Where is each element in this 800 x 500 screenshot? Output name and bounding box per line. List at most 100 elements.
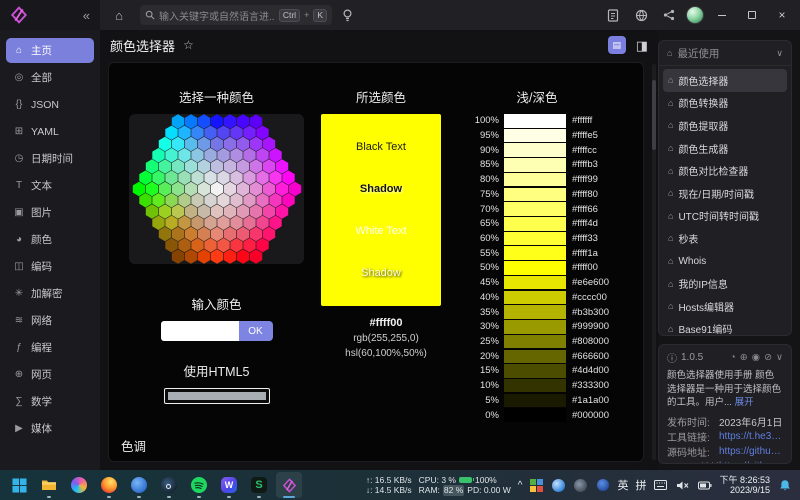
user-avatar[interactable] [686,6,704,24]
sidebar-item-encode[interactable]: ◫编码 [6,254,94,279]
changelog-icon[interactable] [602,4,624,26]
favorite-star-icon[interactable]: ☆ [183,38,194,52]
touch-keyboard-icon[interactable] [653,478,668,493]
tray-grid-icon[interactable] [529,478,544,493]
pin-tool-button[interactable]: ▤ [608,36,626,54]
recent-item[interactable]: ⌂颜色选择器 [663,69,787,92]
taskbar-app-wave-app[interactable]: W [216,472,242,498]
taskbar-app-spotify[interactable] [186,472,212,498]
recent-item[interactable]: ⌂Hosts编辑器 [663,295,787,318]
ime-english-indicator[interactable]: 英 [617,477,628,493]
recent-item[interactable]: ⌂现在/日期/时间戳 [663,182,787,205]
recent-item[interactable]: ⌂我的IP信息 [663,272,787,295]
recent-item[interactable]: ⌂颜色对比检查器 [663,159,787,182]
tray-dot-icon[interactable] [595,478,610,493]
home-icon[interactable]: ⌂ [108,4,130,26]
shade-row: 15%#4d4d00 [467,364,637,378]
recent-item[interactable]: ⌂颜色提取器 [663,114,787,137]
sidebar-item-text[interactable]: T文本 [6,173,94,198]
maximize-button[interactable] [740,4,764,26]
taskbar-app-firefox[interactable] [96,472,122,498]
sidebar-item-all[interactable]: ◎全部 [6,65,94,90]
taskbar-clock[interactable]: 下午 8:26:53 2023/9/15 [719,475,770,496]
shade-swatch[interactable] [504,261,566,275]
taskbar-app-sharex[interactable]: S [246,472,272,498]
sidebar-collapse-button[interactable]: « [83,8,90,23]
status-icon[interactable]: ⊘ [764,352,772,363]
shade-swatch[interactable] [504,320,566,334]
history-icon[interactable]: ◔ [730,352,736,363]
info-value[interactable]: https://t.he3app.co... [719,431,783,442]
taskbar-app-copilot[interactable] [66,472,92,498]
shade-swatch[interactable] [504,394,566,408]
shade-swatch[interactable] [504,364,566,378]
sidebar-item-home[interactable]: ⌂主页 [6,38,94,63]
main-scrollbar[interactable] [652,64,656,460]
ok-button[interactable]: OK [239,321,273,341]
shade-swatch[interactable] [504,408,566,422]
hex-color-picker[interactable] [129,114,304,264]
shade-swatch[interactable] [504,276,566,290]
shade-swatch[interactable] [504,335,566,349]
sidebar-item-media[interactable]: ▶媒体 [6,416,94,441]
sidebar-item-crypto[interactable]: ✳加解密 [6,281,94,306]
power-icon[interactable] [697,478,712,493]
taskbar-app-app-blue[interactable] [126,472,152,498]
tray-steam-icon[interactable] [573,478,588,493]
info-value[interactable]: https://github.com... [719,446,783,457]
shade-swatch[interactable] [504,188,566,202]
expand-link[interactable]: 展开 [735,397,754,408]
sidebar-item-web[interactable]: ⊕网页 [6,362,94,387]
language-icon[interactable] [630,4,652,26]
recent-item[interactable]: ⌂Base91编码 [663,318,787,337]
taskbar-app-file-explorer[interactable] [36,472,62,498]
shade-swatch[interactable] [504,350,566,364]
recent-item[interactable]: ⌂Whois [663,250,787,273]
shade-swatch[interactable] [504,291,566,305]
globe-icon[interactable]: ⊕ [740,352,748,363]
taskbar-app-he3[interactable] [276,472,302,498]
info-value[interactable]: https://github.com [719,461,783,464]
html5-color-input[interactable] [164,388,270,404]
shade-swatch[interactable] [504,217,566,231]
sidebar-item-datetime[interactable]: ◷日期时间 [6,146,94,171]
shade-swatch[interactable] [504,202,566,216]
github-icon[interactable]: ◉ [752,352,760,363]
sidebar-item-json[interactable]: {}JSON [6,92,94,117]
sidebar-item-network[interactable]: ≋网络 [6,308,94,333]
recent-item[interactable]: ⌂秒表 [663,227,787,250]
shade-swatch[interactable] [504,129,566,143]
recent-panel-header[interactable]: ⌂ 最近使用 ∨ [659,41,791,66]
shade-swatch[interactable] [504,158,566,172]
panel-toggle-icon[interactable]: ◨ [636,39,648,52]
sidebar-item-yaml[interactable]: ⊞YAML [6,119,94,144]
shade-swatch[interactable] [504,173,566,187]
recent-item[interactable]: ⌂颜色生成器 [663,137,787,160]
taskbar-app-steam[interactable] [156,472,182,498]
chevron-down-icon[interactable]: ∨ [776,352,783,363]
shade-swatch[interactable] [504,305,566,319]
close-button[interactable]: × [770,4,794,26]
recent-item[interactable]: ⌂颜色转换器 [663,92,787,115]
color-text-input[interactable] [161,321,239,341]
shade-swatch[interactable] [504,379,566,393]
search-input[interactable]: 输入关键字或自然语言进... Ctrl + K [140,5,332,25]
shade-swatch[interactable] [504,143,566,157]
taskbar-app-windows-start[interactable] [6,472,32,498]
shade-swatch[interactable] [504,232,566,246]
notification-bell-icon[interactable] [777,478,792,493]
ime-pinyin-indicator[interactable]: 拼 [635,477,646,493]
tray-cloud-icon[interactable] [551,478,566,493]
minimize-button[interactable] [710,4,734,26]
sidebar-item-programming[interactable]: ƒ编程 [6,335,94,360]
recent-item[interactable]: ⌂UTC时间转时间戳 [663,205,787,228]
speaker-muted-icon[interactable] [675,478,690,493]
sidebar-item-image[interactable]: ▣图片 [6,200,94,225]
shade-swatch[interactable] [504,246,566,260]
sidebar-item-color[interactable]: ◕颜色 [6,227,94,252]
hidden-icons-chevron[interactable]: ^ [518,480,523,491]
sidebar-item-math[interactable]: ∑数学 [6,389,94,414]
lightbulb-icon[interactable] [336,4,358,26]
shade-swatch[interactable] [504,114,566,128]
share-icon[interactable] [658,4,680,26]
